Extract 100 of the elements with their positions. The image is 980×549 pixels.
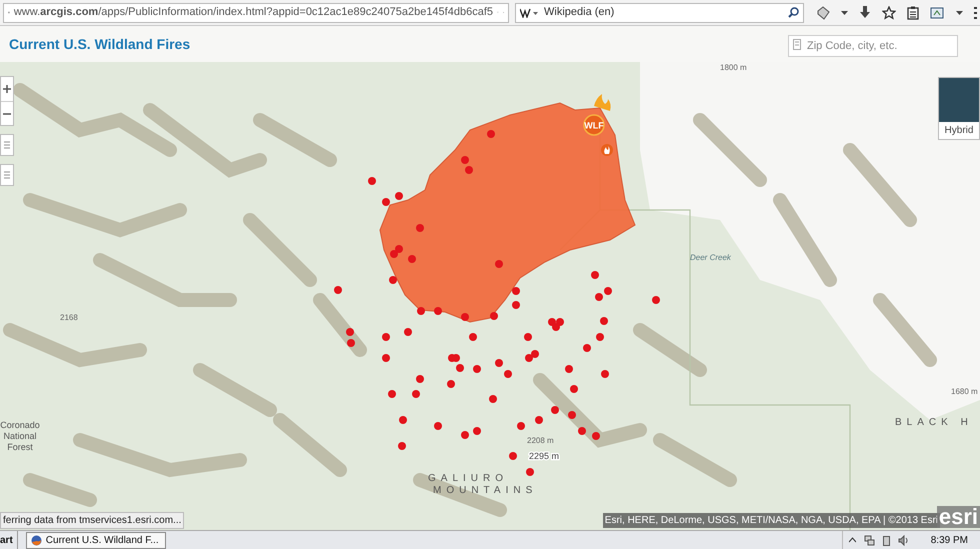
fire-point-marker[interactable]: [416, 224, 424, 232]
grid-button[interactable]: [0, 164, 14, 186]
fire-point-marker[interactable]: [404, 328, 412, 336]
fire-point-marker[interactable]: [565, 365, 573, 373]
fire-point-marker[interactable]: [368, 177, 376, 185]
fire-point-marker[interactable]: [461, 431, 469, 439]
grid-icon: [4, 171, 10, 179]
fire-point-marker[interactable]: [382, 333, 390, 341]
fire-point-marker[interactable]: [604, 287, 612, 295]
fire-point-marker[interactable]: [465, 166, 473, 174]
fire-point-marker[interactable]: [456, 364, 464, 372]
speaker-icon[interactable]: [898, 534, 909, 546]
fire-point-marker[interactable]: [395, 245, 403, 253]
fire-point-marker[interactable]: [452, 354, 460, 362]
fire-point-marker[interactable]: [509, 452, 517, 460]
search-field[interactable]: Wikipedia (en): [515, 2, 804, 22]
map-label: 2208 m: [527, 436, 554, 445]
attribution-text: Esri, HERE, DeLorme, USGS, METI/NASA, NGA, USDA, EPA | ©2013 Esri: [602, 513, 940, 528]
grid-button[interactable]: [0, 134, 14, 156]
clipboard-icon[interactable]: [907, 6, 919, 20]
caret-icon[interactable]: [956, 10, 963, 14]
fire-point-marker[interactable]: [416, 375, 424, 383]
fire-point-marker[interactable]: [517, 422, 525, 430]
fire-point-marker[interactable]: [504, 370, 512, 378]
location-search-field[interactable]: Zip Code, city, etc.: [788, 35, 958, 57]
fire-point-marker[interactable]: [399, 416, 407, 424]
fire-point-marker[interactable]: [461, 313, 469, 321]
menu-icon[interactable]: [974, 6, 977, 18]
fire-point-marker[interactable]: [535, 416, 543, 424]
fire-point-marker[interactable]: [524, 333, 532, 341]
fire-point-marker[interactable]: [489, 395, 497, 403]
screenshot-icon[interactable]: [930, 6, 945, 20]
fire-point-marker[interactable]: [495, 359, 503, 367]
fire-point-marker[interactable]: [592, 432, 600, 440]
fire-point-marker[interactable]: [389, 276, 397, 284]
status-text: ferring data from tmservices1.esri.com...: [0, 512, 184, 529]
fire-point-marker[interactable]: [548, 318, 556, 326]
fire-point-marker[interactable]: [578, 427, 586, 435]
fire-point-marker[interactable]: [388, 390, 396, 398]
fire-point-marker[interactable]: [398, 442, 406, 450]
map-label: 2168: [60, 313, 78, 322]
fire-point-marker[interactable]: [601, 370, 609, 378]
fire-point-marker[interactable]: [600, 317, 608, 325]
taskbar-button[interactable]: Current U.S. Wildland F...: [26, 532, 166, 548]
location-icon: [793, 39, 801, 50]
fire-point-marker[interactable]: [568, 411, 576, 419]
grid-icon: [4, 141, 10, 149]
battery-icon[interactable]: [882, 534, 890, 546]
fire-point-marker[interactable]: [556, 318, 564, 326]
fire-point-marker[interactable]: [395, 192, 403, 200]
fire-point-marker[interactable]: [531, 350, 539, 358]
fire-point-marker[interactable]: [591, 271, 599, 279]
download-icon[interactable]: [859, 6, 871, 19]
fire-point-marker[interactable]: [551, 406, 559, 414]
map-label: BLACK H: [895, 417, 973, 428]
fire-point-marker[interactable]: [595, 293, 603, 301]
basemap-toggle[interactable]: Hybrid: [938, 77, 980, 140]
fire-point-marker[interactable]: [552, 323, 560, 331]
search-icon[interactable]: [788, 7, 799, 18]
fire-point-marker[interactable]: [570, 385, 578, 393]
fire-point-marker[interactable]: [495, 260, 503, 268]
fire-point-marker[interactable]: [434, 422, 442, 430]
fire-point-marker[interactable]: [490, 312, 498, 320]
fire-point-marker[interactable]: [412, 390, 420, 398]
fire-point-marker[interactable]: [473, 427, 481, 435]
map-label: 2295 m: [529, 451, 560, 461]
fire-point-marker[interactable]: [382, 354, 390, 362]
wikipedia-w-icon: [520, 8, 540, 18]
fire-point-marker[interactable]: [417, 307, 425, 315]
fire-point-marker[interactable]: [434, 307, 442, 315]
star-icon[interactable]: [882, 6, 896, 20]
fire-point-marker[interactable]: [583, 344, 591, 352]
start-button[interactable]: art: [0, 531, 18, 549]
fire-point-marker[interactable]: [652, 296, 660, 304]
map-label: 1680 m: [951, 387, 978, 396]
chevron-up-icon[interactable]: [848, 537, 856, 543]
minus-icon: [3, 112, 11, 114]
fire-icon[interactable]: [601, 144, 613, 156]
fire-point-marker[interactable]: [526, 468, 534, 476]
fire-point-marker[interactable]: [469, 333, 477, 341]
fire-point-marker[interactable]: [487, 130, 495, 138]
fire-point-marker[interactable]: [596, 333, 604, 341]
fire-point-marker[interactable]: [512, 301, 520, 309]
fire-point-marker[interactable]: [390, 250, 398, 258]
caret-icon[interactable]: [841, 10, 848, 14]
network-icon[interactable]: [864, 534, 875, 546]
fire-point-marker[interactable]: [447, 380, 455, 388]
fire-point-marker[interactable]: [346, 328, 354, 336]
satellite-thumbnail: [939, 78, 979, 122]
fire-point-marker[interactable]: [347, 339, 355, 347]
fire-point-marker[interactable]: [525, 354, 533, 362]
fire-point-marker[interactable]: [461, 156, 469, 164]
fire-point-marker[interactable]: [334, 286, 342, 294]
tag-icon[interactable]: [816, 6, 830, 20]
fire-perimeter[interactable]: [379, 102, 636, 323]
fire-point-marker[interactable]: [512, 287, 520, 295]
plus-icon: [3, 85, 11, 93]
fire-point-marker[interactable]: [382, 198, 390, 206]
fire-point-marker[interactable]: [408, 255, 416, 263]
fire-point-marker[interactable]: [473, 365, 481, 373]
